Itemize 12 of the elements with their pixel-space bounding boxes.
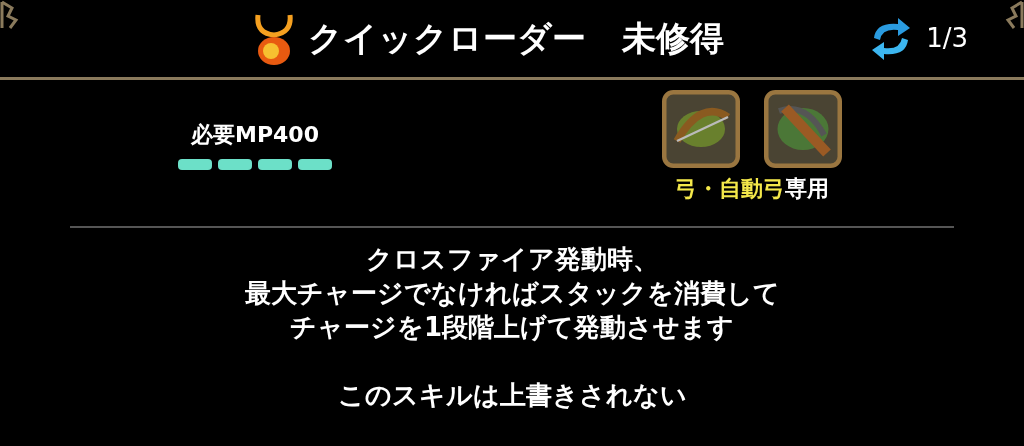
description-line: チャージを1段階上げて発動させます bbox=[289, 311, 735, 344]
weapon-types: 弓・自動弓 bbox=[675, 175, 785, 203]
exclusive-label: 専用 bbox=[785, 175, 829, 203]
description-line: 最大チャージでなければスタックを消費して bbox=[244, 277, 780, 310]
description-line: クロスファイア発動時、 bbox=[365, 243, 659, 276]
description-note: このスキルは上書きされない bbox=[337, 379, 687, 412]
skill-status: 未修得 bbox=[622, 17, 725, 60]
crossbow-icon bbox=[764, 90, 842, 168]
page-counter: 1/3 bbox=[926, 22, 968, 55]
bow-icon bbox=[662, 90, 740, 168]
skill-name: クイックローダー bbox=[308, 17, 587, 60]
mp-cost: 必要MP400 bbox=[191, 121, 319, 149]
